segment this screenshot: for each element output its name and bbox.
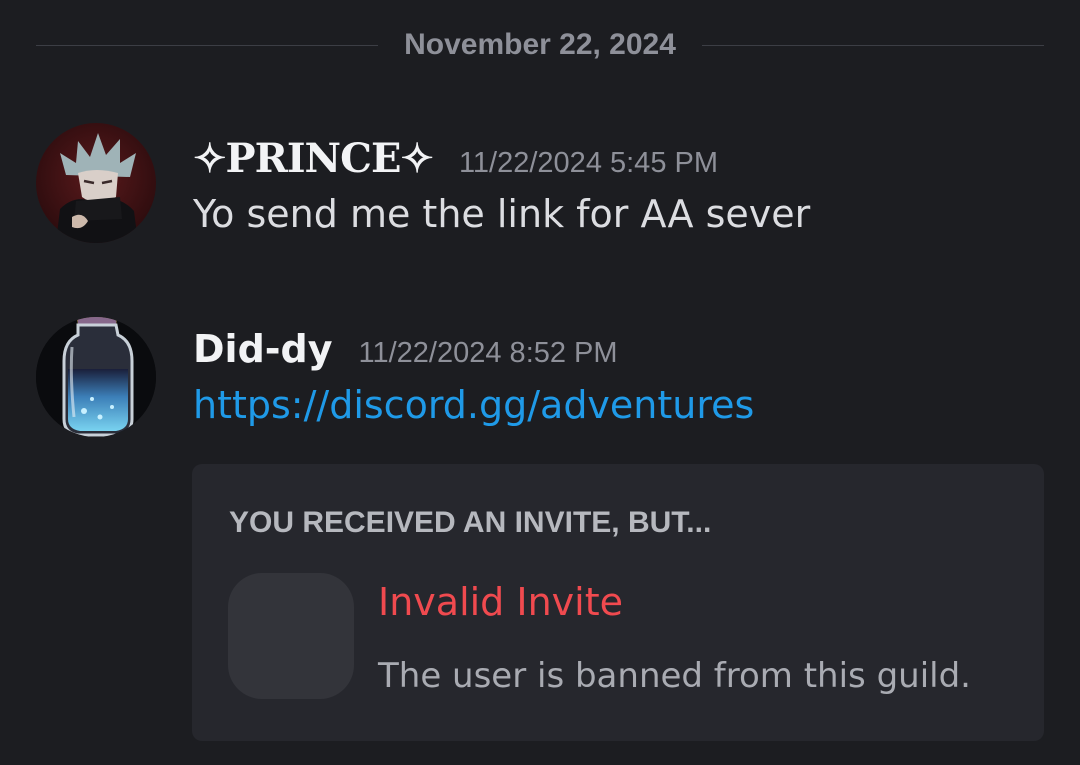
message-text: Yo send me the link for AA sever [193,192,811,236]
invite-status-title: Invalid Invite [378,580,623,624]
divider-line-right [701,44,1044,46]
username[interactable]: ✧PRINCE✧ [193,135,434,182]
guild-icon-placeholder-icon [228,573,354,699]
username[interactable]: Did-dy [193,327,333,371]
message-header: Did-dy 11/22/2024 8:52 PM [193,327,1044,371]
user-avatar-diddy[interactable] [36,317,156,437]
date-divider-label: November 22, 2024 [404,28,676,61]
anime-character-avatar-icon [36,123,156,243]
message-timestamp[interactable]: 11/22/2024 5:45 PM [459,147,718,180]
invite-link[interactable]: https://discord.gg/adventures [193,383,754,427]
invite-embed-heading: YOU RECEIVED AN INVITE, BUT... [229,506,712,539]
invite-embed: YOU RECEIVED AN INVITE, BUT... Invalid I… [192,464,1044,741]
message-header: ✧PRINCE✧ 11/22/2024 5:45 PM [193,135,1044,182]
divider-line-left [36,44,379,46]
potion-jar-avatar-icon [36,317,156,437]
date-divider: November 22, 2024 [36,24,1044,66]
message-timestamp[interactable]: 11/22/2024 8:52 PM [359,337,618,370]
user-avatar-prince[interactable] [36,123,156,243]
message-content: Did-dy 11/22/2024 8:52 PM https://discor… [193,327,1044,427]
chat-view: November 22, 2024 ✧PRINCE✧ 11/22/2024 5:… [0,0,1080,765]
message-content: ✧PRINCE✧ 11/22/2024 5:45 PM Yo send me t… [193,135,1044,236]
invite-status-description: The user is banned from this guild. [378,656,971,696]
